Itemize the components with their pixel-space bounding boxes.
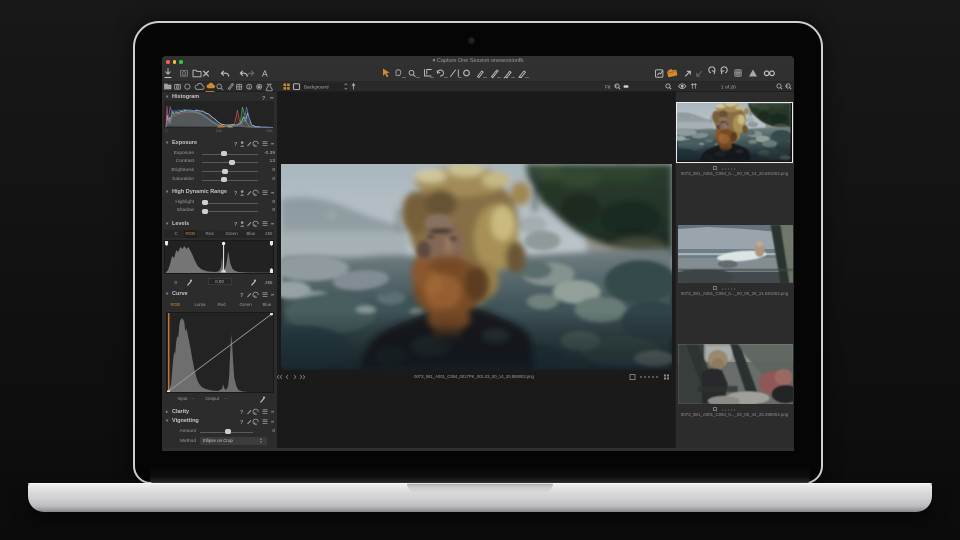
svg-text:?: ?: [234, 191, 238, 197]
svg-text:?: ?: [234, 222, 238, 228]
svg-text:?: ?: [234, 142, 238, 148]
svg-text:?: ?: [240, 420, 244, 426]
svg-text:?: ?: [240, 293, 244, 299]
svg-text:Fit: Fit: [605, 85, 611, 91]
svg-text:?: ?: [240, 410, 244, 416]
svg-text:A: A: [262, 69, 268, 79]
svg-text:Background: Background: [304, 85, 329, 90]
svg-text:1 of 20: 1 of 20: [721, 84, 736, 90]
